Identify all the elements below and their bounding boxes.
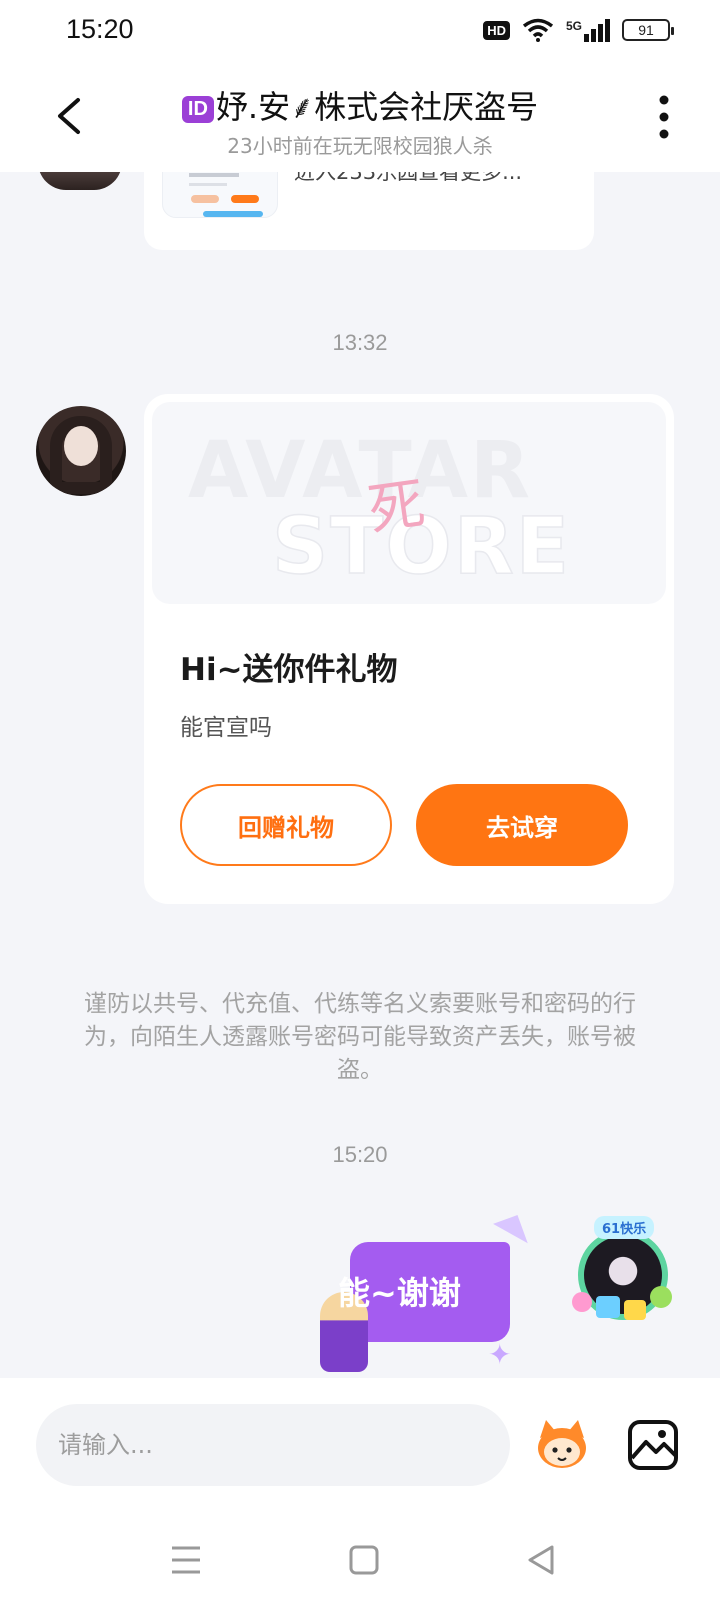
security-warning: 谨防以共号、代充值、代练等名义索要账号和密码的行为，向陌生人透露账号密码可能导致… xyxy=(84,991,636,1083)
message-timestamp: 13:32 xyxy=(332,330,388,355)
emoji-mascot-icon[interactable] xyxy=(532,1414,592,1474)
link-card-text: 进入233乐园查看更多... xyxy=(294,172,523,184)
system-nav-bar xyxy=(0,1498,720,1612)
chat-header: ID 妤.安⸙株式会社厌盗号 23小时前在玩无限校园狼人杀 xyxy=(0,64,720,172)
home-square-icon[interactable] xyxy=(344,1540,384,1580)
status-bar: 15:20 HD 5G 91 xyxy=(0,0,720,64)
status-time: 15:20 xyxy=(66,14,134,44)
paper-plane-icon xyxy=(474,1215,528,1259)
id-badge: ID xyxy=(181,95,214,123)
link-thumbnail xyxy=(162,172,278,218)
menu-lines-icon[interactable] xyxy=(166,1540,206,1580)
image-icon[interactable] xyxy=(626,1418,680,1472)
more-vertical-icon[interactable] xyxy=(656,94,672,140)
gift-title: Hi~送你件礼物 xyxy=(180,652,398,688)
sparkle-icon: ✦ xyxy=(488,1338,512,1371)
avatar-frame-tag: 61快乐 xyxy=(594,1216,655,1239)
message-input-bar xyxy=(0,1378,720,1498)
gift-banner-image: AVATAR STORE 死 xyxy=(152,402,666,604)
battery-icon: 91 xyxy=(622,19,674,41)
my-avatar[interactable]: 61快乐 xyxy=(572,1216,680,1324)
hd-icon: HD xyxy=(483,20,510,40)
status-icons: HD 5G 91 xyxy=(483,18,674,42)
gift-subtitle: 能官宣吗 xyxy=(180,715,272,741)
back-triangle-icon[interactable] xyxy=(522,1540,562,1580)
contact-status: 23小时前在玩无限校园狼人杀 xyxy=(227,134,493,158)
sticker-message[interactable]: 能~谢谢 ✦ xyxy=(320,1215,538,1378)
banner-glyph: 死 xyxy=(364,471,429,544)
message-input[interactable] xyxy=(36,1404,510,1486)
try-on-button[interactable]: 去试穿 xyxy=(416,784,628,866)
contact-name-text: 妤.安⸙株式会社厌盗号 xyxy=(215,88,539,126)
sticker-text: 能~谢谢 xyxy=(338,1274,461,1312)
signal-5g-icon: 5G xyxy=(566,18,610,42)
chat-messages[interactable]: 进入233乐园查看更多... 13:32 AVATAR STORE 死 Hi~送… xyxy=(0,172,720,1378)
wifi-icon xyxy=(522,18,554,42)
return-gift-button[interactable]: 回赠礼物 xyxy=(180,784,392,866)
message-timestamp-2: 15:20 xyxy=(332,1142,388,1167)
contact-avatar[interactable] xyxy=(36,406,126,496)
contact-avatar-partial[interactable] xyxy=(38,172,122,190)
gift-card[interactable]: AVATAR STORE 死 Hi~送你件礼物 能官宣吗 回赠礼物 去试穿 xyxy=(144,394,674,904)
contact-name: ID 妤.安⸙株式会社厌盗号 xyxy=(0,82,720,128)
previous-link-card[interactable]: 进入233乐园查看更多... xyxy=(144,172,594,250)
